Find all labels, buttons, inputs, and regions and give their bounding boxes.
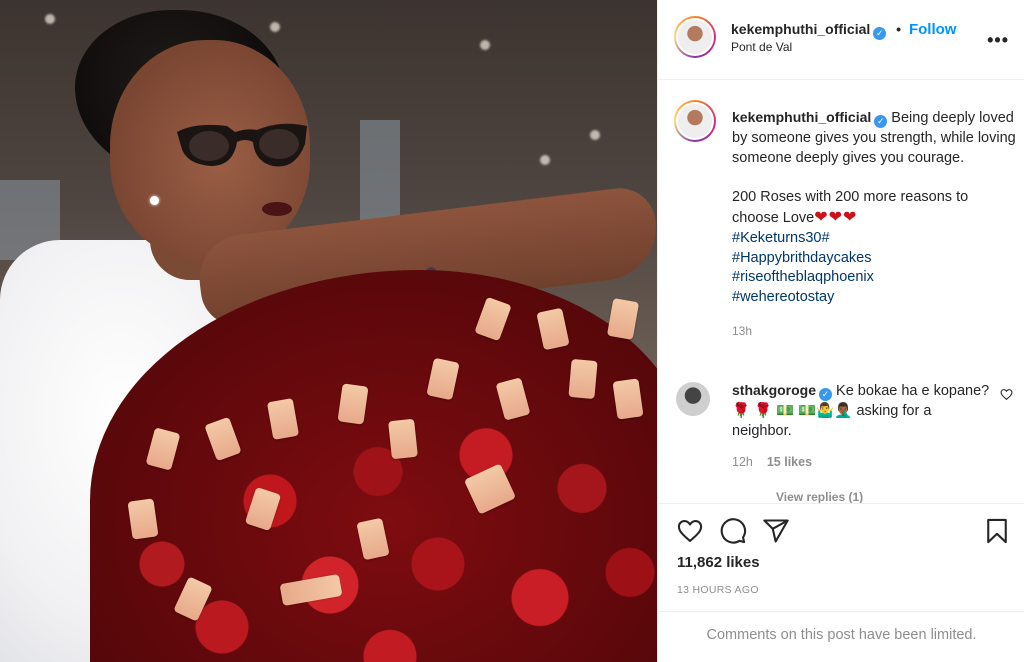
caption-username-link[interactable]: kekemphuthi_official [732, 109, 871, 125]
lips [262, 202, 292, 216]
comment-likes[interactable]: 15 likes [767, 455, 812, 469]
post-timestamp[interactable]: 13 HOURS AGO [677, 584, 759, 596]
view-replies-link[interactable]: View replies (1) [776, 490, 863, 503]
money-note [127, 498, 159, 540]
money-note [612, 378, 644, 420]
ceiling-light [590, 130, 600, 140]
comment: sthakgoroge ✓ Ke bokae ha e kopane?🌹 🌹 💵 … [732, 380, 990, 441]
action-bar: 11,862 likes 13 HOURS AGO Comments on th… [658, 503, 1024, 662]
money-note [568, 358, 598, 400]
verified-badge-icon: ✓ [819, 388, 833, 401]
post-details-panel: kekemphuthi_official ✓ • Follow Pont de V… [657, 0, 1024, 662]
money-note [388, 418, 418, 460]
caption: kekemphuthi_official ✓ Being deeply loved… [732, 108, 1017, 342]
ceiling-light [45, 14, 55, 24]
verified-badge-icon: ✓ [873, 27, 887, 40]
comments-limited-notice: Comments on this post have been limited. [658, 611, 1024, 662]
hashtag-link[interactable]: #wehereotostay [732, 288, 1017, 308]
like-comment-heart-icon[interactable] [1000, 388, 1013, 401]
post-header: kekemphuthi_official ✓ • Follow Pont de V… [658, 0, 1024, 80]
username-link[interactable]: kekemphuthi_official [731, 21, 870, 37]
money-note [337, 383, 369, 425]
location-link[interactable]: Pont de Val [731, 40, 792, 54]
share-icon[interactable] [762, 517, 790, 545]
hearts-emoji: ❤❤❤ [814, 208, 858, 226]
follow-button[interactable]: Follow [909, 21, 957, 38]
caption-avatar[interactable] [674, 100, 716, 142]
comment-meta: 12h 15 likes [732, 455, 812, 469]
hashtag-link[interactable]: #riseoftheblaqphoenix [732, 268, 1017, 288]
hashtag-link[interactable]: #Happybrithdaycakes [732, 249, 1017, 269]
sunglasses [177, 123, 307, 167]
ceiling-light [540, 155, 550, 165]
heart-icon[interactable] [676, 517, 704, 545]
separator-dot: • [896, 21, 902, 37]
ceiling-light [480, 40, 490, 50]
earring [150, 196, 159, 205]
likes-count[interactable]: 11,862 likes [677, 554, 760, 571]
comments-section[interactable]: kekemphuthi_official ✓ Being deeply loved… [658, 80, 1024, 503]
post-photo[interactable] [0, 0, 657, 662]
avatar[interactable] [674, 16, 716, 58]
money-note [606, 298, 640, 340]
commenter-username-link[interactable]: sthakgoroge [732, 382, 816, 398]
caption-time[interactable]: 13h [732, 322, 1017, 342]
hashtag-link[interactable]: #Keketurns30# [732, 229, 1017, 249]
commenter-avatar[interactable] [676, 382, 710, 416]
header-user-line: kekemphuthi_official ✓ • Follow [731, 21, 956, 40]
comment-icon[interactable] [719, 517, 747, 545]
ceiling-light [270, 22, 280, 32]
verified-badge-icon: ✓ [874, 115, 888, 128]
bookmark-icon[interactable] [983, 517, 1011, 545]
more-options-icon[interactable]: ••• [987, 30, 1009, 51]
comment-time[interactable]: 12h [732, 455, 753, 469]
